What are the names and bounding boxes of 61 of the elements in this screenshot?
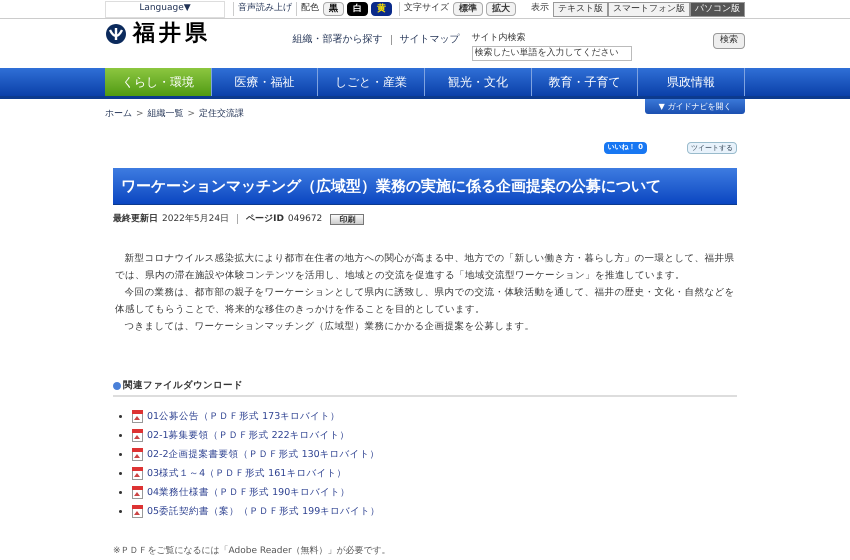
file-download-link[interactable]: 04業務仕様書（ＰＤＦ形式 190キロバイト）	[147, 486, 350, 500]
bullet-dot-icon	[113, 382, 121, 390]
file-download-link[interactable]: 05委託契約書（案）（ＰＤＦ形式 199キロバイト）	[147, 504, 380, 519]
display-mode-button[interactable]: パソコン版	[690, 2, 745, 16]
breadcrumb-separator: >	[188, 108, 196, 121]
search-button[interactable]: 検索	[713, 33, 745, 49]
downloads-heading: 関連ファイルダウンロード	[123, 379, 243, 393]
pdf-reader-note: ※ＰＤＦをご覧になるには「Adobe Reader（無料）」が必要です。	[113, 545, 392, 558]
display-label: 表示	[530, 2, 550, 16]
file-download-link[interactable]: 02-2企画提案書要領（ＰＤＦ形式 130キロバイト）	[147, 448, 380, 462]
page-id-value: 049672	[288, 212, 322, 226]
breadcrumb-link[interactable]: 定住交流課	[199, 108, 244, 122]
search-field[interactable]: 検索したい単語を入力してください	[472, 46, 632, 60]
last-updated-label: 最終更新日	[113, 212, 158, 226]
color-scheme-button[interactable]: 白	[347, 2, 368, 16]
page-title: ワーケーションマッチング（広域型）業務の実施に係る企画提案の公募について	[113, 168, 737, 204]
pdf-file-icon	[132, 467, 143, 480]
display-mode-button[interactable]: テキスト版	[553, 2, 608, 16]
print-button[interactable]: 印刷	[330, 214, 364, 225]
read-aloud-link[interactable]: 音声読み上げ	[234, 2, 296, 16]
file-download-link[interactable]: 01公募公告（ＰＤＦ形式 173キロバイト）	[147, 410, 340, 424]
pdf-file-icon	[132, 505, 143, 518]
breadcrumb-link[interactable]: 組織一覧	[148, 108, 184, 122]
pdf-file-icon	[132, 486, 143, 500]
nav-tab[interactable]: 観光・文化	[425, 68, 532, 96]
body-paragraph: 今回の業務は、都市部の親子をワーケーションとして県内に誘致し、県内での交流・体験活動を通して、福井の歴史・文化・自然などを体感してもらうことで、将来的な移住のきっかけを作ることを目的としています。	[115, 286, 735, 317]
list-bullet-icon	[119, 434, 122, 438]
list-bullet-icon	[119, 472, 122, 476]
page-id-label: ページID	[246, 212, 284, 226]
list-bullet-icon	[119, 453, 122, 456]
list-bullet-icon	[119, 415, 122, 418]
pdf-file-icon	[132, 448, 143, 462]
text-size-button[interactable]: 拡大	[486, 2, 516, 16]
header-link[interactable]: サイトマップ	[400, 32, 460, 47]
body-paragraph: 新型コロナウイルス感染拡大により都市在住者の地方への関心が高まる中、地方での「新しい働き方・暮らし方」の一環として、福井県では、県内の滞在施設や体験コンテンツを活用し、地域との交流を促進する「地域交流型ワーケーション」を推進しています。	[115, 252, 735, 283]
breadcrumb-separator: >	[136, 108, 144, 121]
breadcrumb-link[interactable]: ホーム	[105, 108, 132, 122]
display-mode-button[interactable]: スマートフォン版	[608, 2, 690, 16]
body-paragraph: つきましては、ワーケーションマッチング（広域型）業務にかかる企画提案を公募します。	[124, 320, 536, 334]
header-link[interactable]: 組織・部署から探す	[292, 32, 382, 47]
guide-nav-button[interactable]: ▼ ガイドナビを開く	[645, 99, 745, 114]
file-download-link[interactable]: 02-1募集要領（ＰＤＦ形式 222キロバイト）	[147, 428, 350, 443]
file-download-link[interactable]: 03様式１～4（ＰＤＦ形式 161キロバイト）	[147, 466, 346, 481]
nav-tab[interactable]: しごと・産業	[318, 68, 426, 96]
site-logo-text: 福井県	[133, 23, 211, 45]
text-size-button[interactable]: 標準	[453, 2, 483, 16]
list-bullet-icon	[119, 491, 122, 494]
pdf-file-icon	[132, 429, 143, 442]
color-scheme-button[interactable]: 黄	[371, 2, 392, 16]
nav-tab[interactable]: 医療・福祉	[212, 68, 318, 96]
site-search-label: サイト内検索	[472, 32, 526, 45]
color-scheme-button[interactable]: 黒	[323, 2, 344, 16]
color-label: 配色	[300, 2, 320, 16]
list-bullet-icon	[119, 510, 122, 514]
prefecture-emblem-icon	[105, 23, 127, 45]
language-button[interactable]: Language▼	[105, 0, 225, 18]
text-size-label: 文字サイズ	[403, 2, 450, 16]
last-updated-date: 2022年5月24日	[162, 212, 230, 226]
nav-tab[interactable]: 県政情報	[638, 68, 746, 96]
nav-tab[interactable]: 教育・子育て	[532, 68, 638, 96]
pdf-file-icon	[132, 410, 143, 424]
